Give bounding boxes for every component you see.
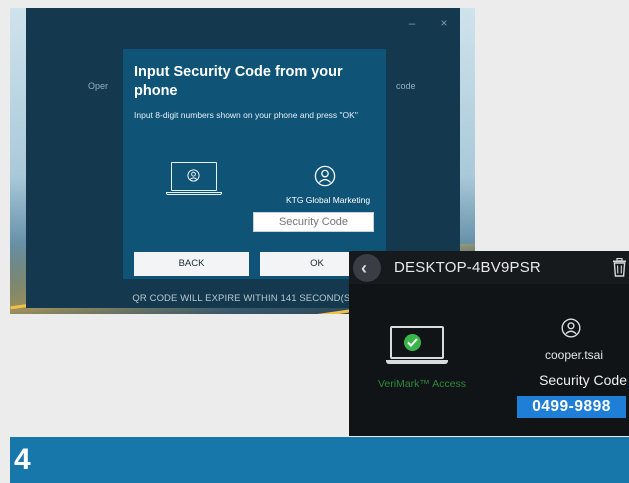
laptop-icon	[386, 326, 448, 366]
back-button[interactable]: BACK	[134, 252, 249, 276]
step-banner: 4	[10, 437, 629, 483]
check-icon	[404, 334, 421, 351]
laptop-icon	[166, 162, 222, 200]
company-name: KTG Global Marketing	[285, 195, 371, 205]
step-number: 4	[14, 443, 31, 476]
security-code-value: 0499-9898	[517, 396, 626, 418]
username: cooper.tsai	[544, 348, 604, 362]
user-icon	[561, 318, 581, 338]
close-button[interactable]: ×	[438, 16, 450, 30]
background-text-left: Oper	[88, 81, 109, 91]
product-label: VeriMark™ Access	[377, 378, 467, 390]
user-icon	[187, 169, 200, 182]
phone-screenshot: ‹ DESKTOP-4BV9PSR VeriMark™ Access coope…	[349, 251, 629, 436]
dialog-title: Input Security Code from your phone	[134, 64, 343, 99]
trash-icon[interactable]	[612, 258, 627, 277]
background-text-right: code	[396, 81, 416, 91]
security-code-label: Security Code	[539, 372, 627, 388]
back-arrow-icon: ‹	[361, 258, 367, 278]
back-arrow-button[interactable]: ‹	[353, 254, 381, 282]
phone-header: ‹ DESKTOP-4BV9PSR	[349, 251, 629, 284]
device-name: DESKTOP-4BV9PSR	[394, 259, 541, 276]
security-code-dialog: Input Security Code from your phone Inpu…	[123, 49, 386, 279]
dialog-description: Input 8-digit numbers shown on your phon…	[134, 110, 358, 120]
minimize-button[interactable]: –	[406, 16, 418, 30]
user-icon	[314, 165, 336, 187]
security-code-input[interactable]	[253, 212, 374, 232]
window-controls: – ×	[406, 16, 450, 30]
